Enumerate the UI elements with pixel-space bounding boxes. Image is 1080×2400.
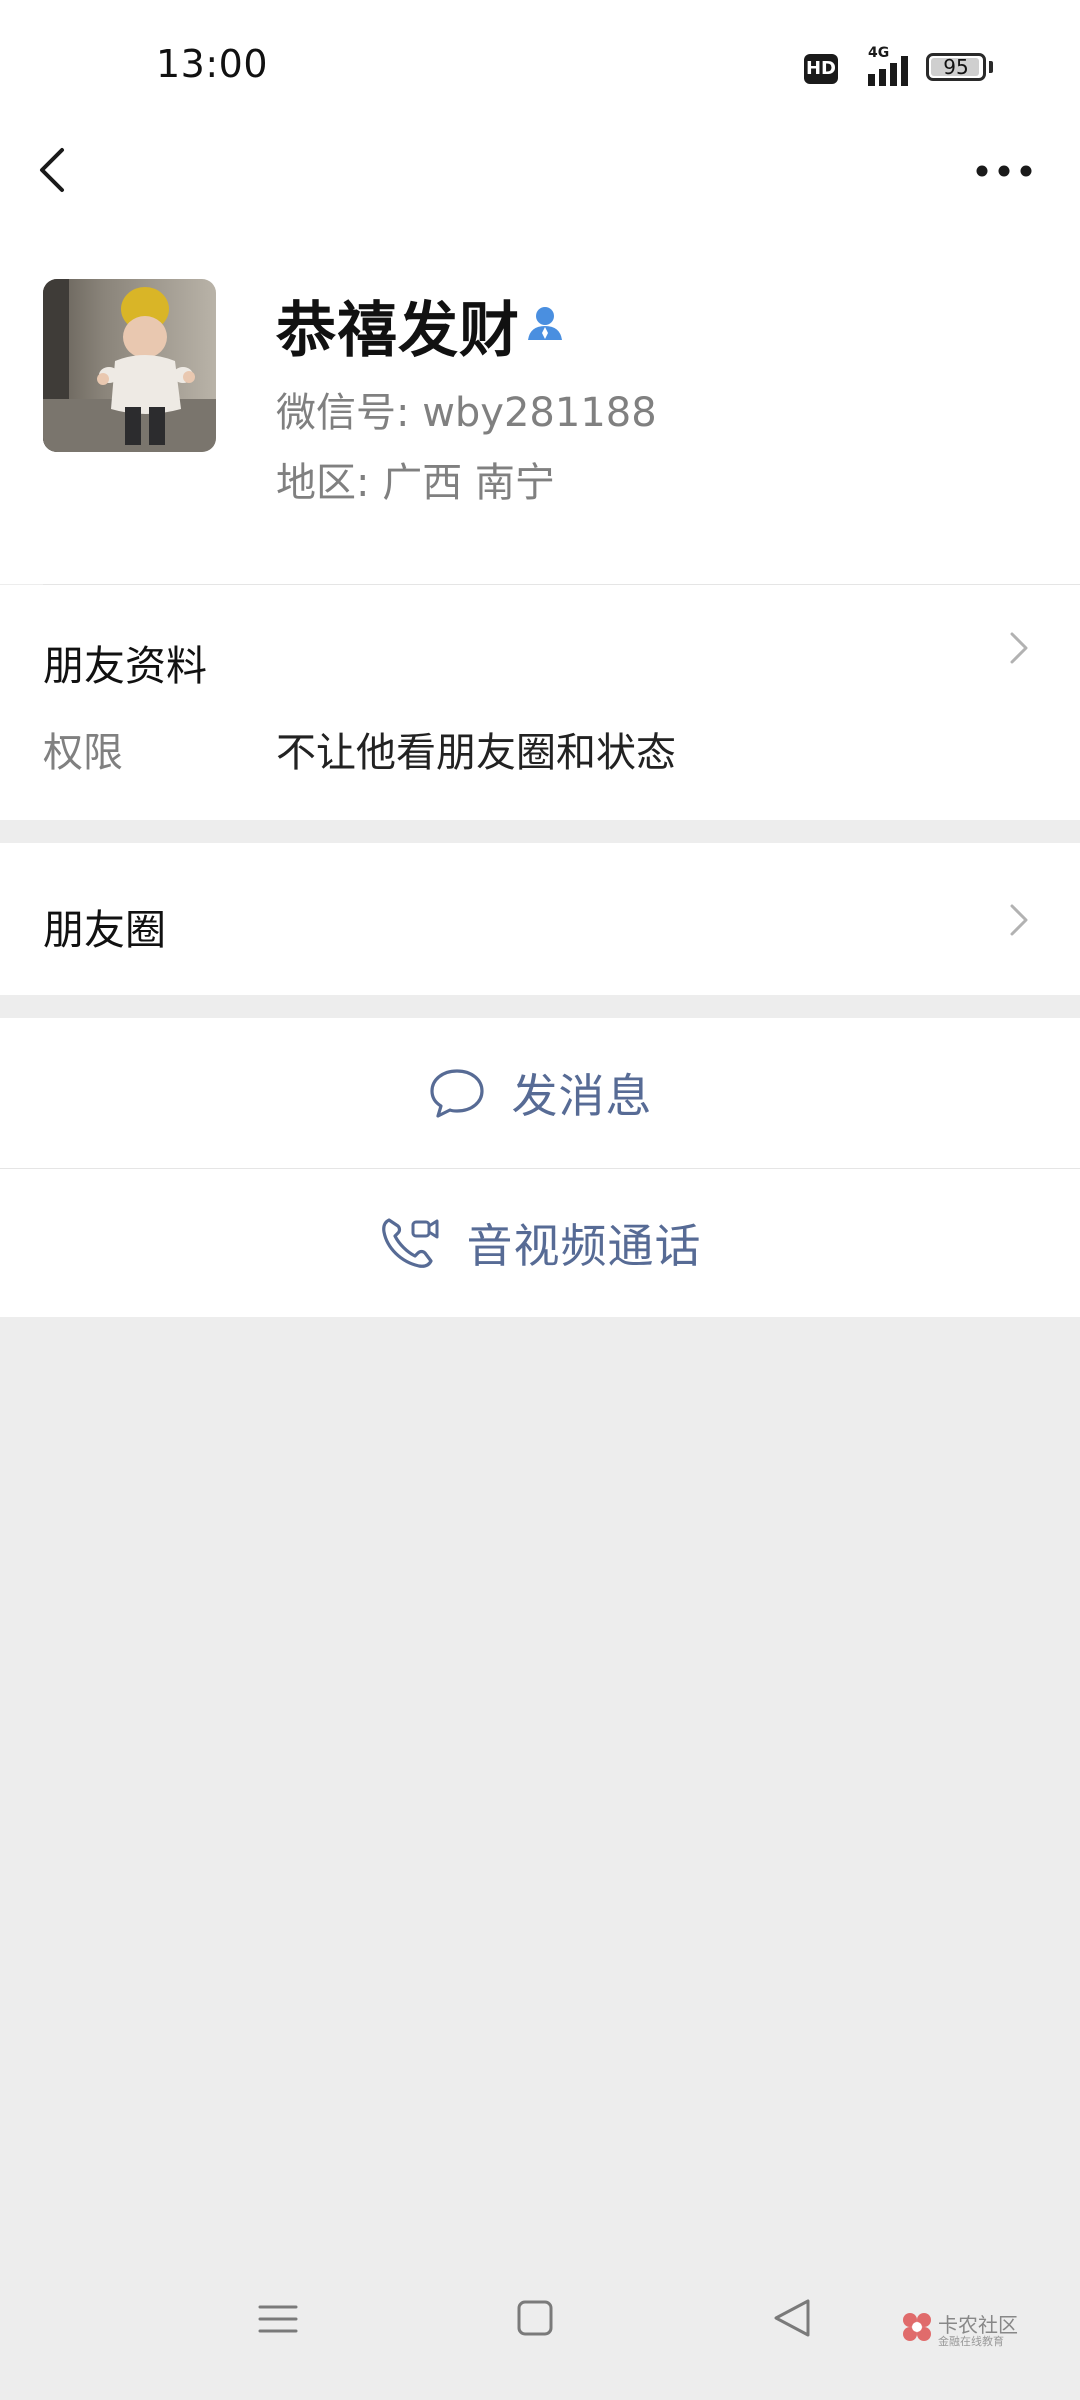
system-back-button[interactable]	[748, 2270, 838, 2370]
chevron-right-icon	[1010, 632, 1028, 664]
send-message-label: 发消息	[511, 1069, 653, 1123]
voice-video-call-label: 音视频通话	[466, 1219, 702, 1273]
home-square-icon	[517, 2300, 553, 2336]
watermark-subtitle: 金融在线教育	[938, 2335, 1004, 2348]
battery-tip	[989, 61, 993, 73]
friend-info-label: 朋友资料	[43, 642, 207, 690]
menu-icon	[258, 2305, 298, 2333]
battery-icon: 95	[926, 53, 986, 81]
battery-percent: 95	[943, 55, 969, 79]
avatar-photo	[43, 279, 216, 452]
phone-video-icon	[381, 1218, 438, 1268]
chevron-right-icon	[1010, 904, 1028, 936]
friend-info-row[interactable]	[0, 585, 1080, 820]
more-dots-icon	[976, 165, 1032, 177]
back-button[interactable]	[26, 136, 106, 204]
back-triangle-icon	[774, 2299, 810, 2337]
permission-label: 权限	[43, 730, 123, 776]
home-button[interactable]	[490, 2270, 580, 2370]
recents-button[interactable]	[232, 2270, 322, 2370]
voice-video-call-button[interactable]: 音视频通话	[0, 1169, 1080, 1317]
chat-bubble-icon	[429, 1069, 484, 1118]
chevron-left-icon	[40, 148, 64, 192]
display-name: 恭禧发财	[276, 296, 520, 366]
wechat-id: 微信号: wby281188	[276, 390, 657, 436]
hd-badge: HD	[804, 54, 838, 84]
avatar[interactable]	[43, 279, 216, 452]
signal-icon	[868, 56, 908, 86]
region: 地区: 广西 南宁	[276, 460, 555, 506]
moments-label: 朋友圈	[43, 906, 166, 954]
more-button[interactable]	[968, 140, 1044, 200]
send-message-button[interactable]: 发消息	[0, 1018, 1080, 1168]
person-icon	[528, 307, 562, 340]
permission-value: 不让他看朋友圈和状态	[276, 730, 676, 776]
status-time: 13:00	[156, 42, 269, 86]
